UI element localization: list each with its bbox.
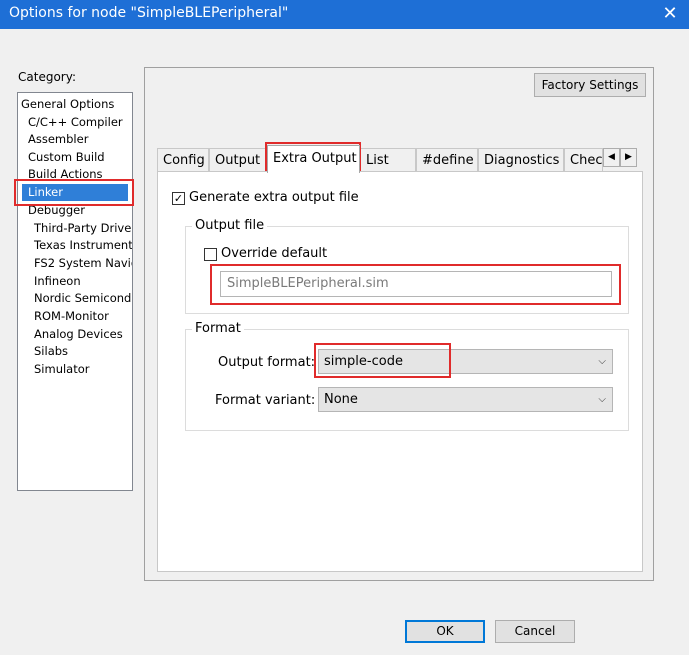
category-item-infineon[interactable]: Infineon: [34, 273, 81, 290]
window-title: Options for node "SimpleBLEPeripheral": [9, 5, 289, 21]
tab-output[interactable]: Output: [209, 148, 267, 172]
generate-extra-output-label: Generate extra output file: [189, 190, 359, 205]
category-item-c-compiler[interactable]: C/C++ Compiler: [28, 114, 123, 131]
tab-config[interactable]: Config: [157, 148, 209, 172]
format-group-title: Format: [192, 321, 244, 336]
format-variant-value: None: [324, 392, 358, 407]
category-item-fs2-system-navigator[interactable]: FS2 System Navig: [34, 255, 132, 272]
format-variant-label: Format variant:: [215, 393, 316, 408]
category-item-rom-monitor[interactable]: ROM-Monitor: [34, 308, 109, 325]
category-item-silabs[interactable]: Silabs: [34, 343, 68, 360]
chevron-down-icon: ⌵: [598, 394, 606, 405]
output-file-group-title: Output file: [192, 218, 268, 233]
category-item-debugger[interactable]: Debugger: [28, 202, 85, 219]
tab-checks[interactable]: Chec: [564, 148, 603, 172]
category-item-nordic-semiconductor[interactable]: Nordic Semiconduc: [34, 290, 132, 307]
output-file-name-field[interactable]: SimpleBLEPeripheral.sim: [220, 271, 612, 297]
output-file-group: [185, 226, 629, 314]
output-format-label: Output format:: [218, 355, 316, 370]
format-group: [185, 329, 629, 431]
category-item-analog-devices[interactable]: Analog Devices: [34, 326, 123, 343]
category-label: Category:: [18, 70, 76, 84]
chevron-down-icon: ⌵: [598, 356, 606, 367]
title-bar: Options for node "SimpleBLEPeripheral" ✕: [0, 0, 689, 29]
tab-extra-output[interactable]: Extra Output: [267, 145, 360, 173]
category-item-assembler[interactable]: Assembler: [28, 131, 88, 148]
cancel-button[interactable]: Cancel: [495, 620, 575, 643]
category-item-custom-build[interactable]: Custom Build: [28, 149, 105, 166]
category-item-linker[interactable]: Linker: [22, 184, 128, 201]
tab-scroll-right-icon[interactable]: ▶: [620, 148, 637, 167]
category-item-third-party-driver[interactable]: Third-Party Driver: [34, 220, 132, 237]
category-item-general-options[interactable]: General Options: [21, 96, 114, 113]
category-item-simulator[interactable]: Simulator: [34, 361, 90, 378]
tab-define[interactable]: #define: [416, 148, 478, 172]
ok-button[interactable]: OK: [405, 620, 485, 643]
tab-scroll-left-icon[interactable]: ◀: [603, 148, 620, 167]
category-item-texas-instruments[interactable]: Texas Instruments: [34, 237, 132, 254]
override-default-checkbox[interactable]: [204, 248, 217, 261]
format-variant-select[interactable]: None ⌵: [318, 387, 613, 412]
output-format-value: simple-code: [324, 354, 403, 369]
tab-diagnostics[interactable]: Diagnostics: [478, 148, 564, 172]
generate-extra-output-checkbox[interactable]: ✓: [172, 192, 185, 205]
tab-list[interactable]: List: [360, 148, 416, 172]
factory-settings-button[interactable]: Factory Settings: [534, 73, 646, 97]
override-default-label: Override default: [221, 246, 328, 261]
category-list[interactable]: General Options C/C++ Compiler Assembler…: [17, 92, 133, 491]
close-icon[interactable]: ✕: [659, 3, 681, 25]
category-item-build-actions[interactable]: Build Actions: [28, 166, 103, 183]
output-format-select[interactable]: simple-code ⌵: [318, 349, 613, 374]
